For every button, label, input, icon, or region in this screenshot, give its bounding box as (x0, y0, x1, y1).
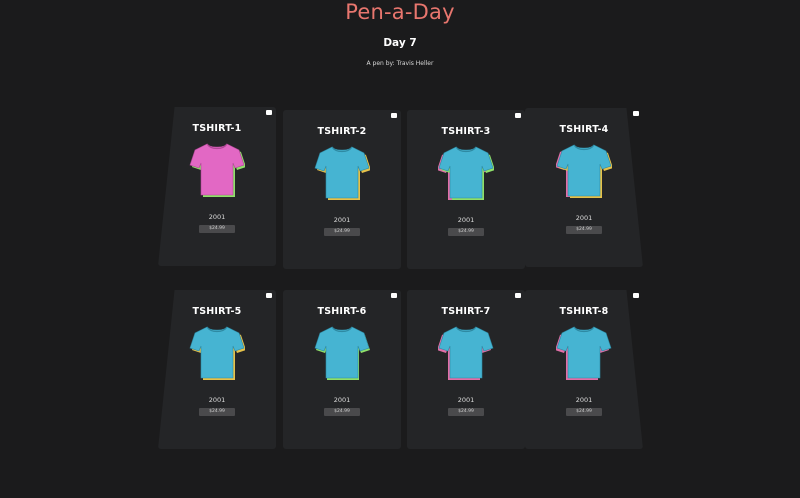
card-year: 2001 (457, 216, 475, 224)
square-toggle-icon[interactable] (515, 293, 521, 298)
card-title: TSHIRT-1 (192, 123, 242, 134)
tshirt-image (314, 146, 370, 200)
card-title: TSHIRT-7 (441, 306, 491, 317)
product-grid: TSHIRT-1 2001 $24.99 TSHIRT-2 2001 $24.9… (0, 0, 800, 498)
card-year: 2001 (208, 213, 226, 221)
card-title: TSHIRT-5 (192, 306, 242, 317)
square-toggle-icon[interactable] (515, 113, 521, 118)
product-card[interactable]: TSHIRT-4 2001 $24.99 (525, 108, 643, 267)
price-tag[interactable]: $24.99 (199, 408, 235, 416)
price-tag[interactable]: $24.99 (324, 408, 360, 416)
product-card[interactable]: TSHIRT-7 2001 $24.99 (407, 290, 525, 449)
square-toggle-icon[interactable] (391, 113, 397, 118)
product-card[interactable]: TSHIRT-3 2001 $24.99 (407, 110, 525, 269)
product-card[interactable]: TSHIRT-1 2001 $24.99 (158, 107, 276, 266)
card-year: 2001 (208, 396, 226, 404)
tshirt-image (189, 143, 245, 197)
product-card[interactable]: TSHIRT-2 2001 $24.99 (283, 110, 401, 269)
price-tag[interactable]: $24.99 (324, 228, 360, 236)
price-tag[interactable]: $24.99 (448, 228, 484, 236)
price-tag[interactable]: $24.99 (448, 408, 484, 416)
card-title: TSHIRT-6 (317, 306, 367, 317)
tshirt-image (314, 326, 370, 380)
card-year: 2001 (575, 396, 593, 404)
tshirt-image (189, 326, 245, 380)
square-toggle-icon[interactable] (266, 110, 272, 115)
card-title: TSHIRT-4 (559, 124, 609, 135)
tshirt-image (556, 326, 612, 380)
card-year: 2001 (333, 396, 351, 404)
product-card[interactable]: TSHIRT-5 2001 $24.99 (158, 290, 276, 449)
product-card[interactable]: TSHIRT-8 2001 $24.99 (525, 290, 643, 449)
price-tag[interactable]: $24.99 (199, 225, 235, 233)
card-title: TSHIRT-3 (441, 126, 491, 137)
square-toggle-icon[interactable] (633, 111, 639, 116)
tshirt-image (438, 146, 494, 200)
tshirt-image (556, 144, 612, 198)
card-title: TSHIRT-8 (559, 306, 609, 317)
card-year: 2001 (575, 214, 593, 222)
card-title: TSHIRT-2 (317, 126, 367, 137)
price-tag[interactable]: $24.99 (566, 408, 602, 416)
card-year: 2001 (333, 216, 351, 224)
square-toggle-icon[interactable] (266, 293, 272, 298)
square-toggle-icon[interactable] (633, 293, 639, 298)
product-card[interactable]: TSHIRT-6 2001 $24.99 (283, 290, 401, 449)
square-toggle-icon[interactable] (391, 293, 397, 298)
tshirt-image (438, 326, 494, 380)
card-year: 2001 (457, 396, 475, 404)
price-tag[interactable]: $24.99 (566, 226, 602, 234)
